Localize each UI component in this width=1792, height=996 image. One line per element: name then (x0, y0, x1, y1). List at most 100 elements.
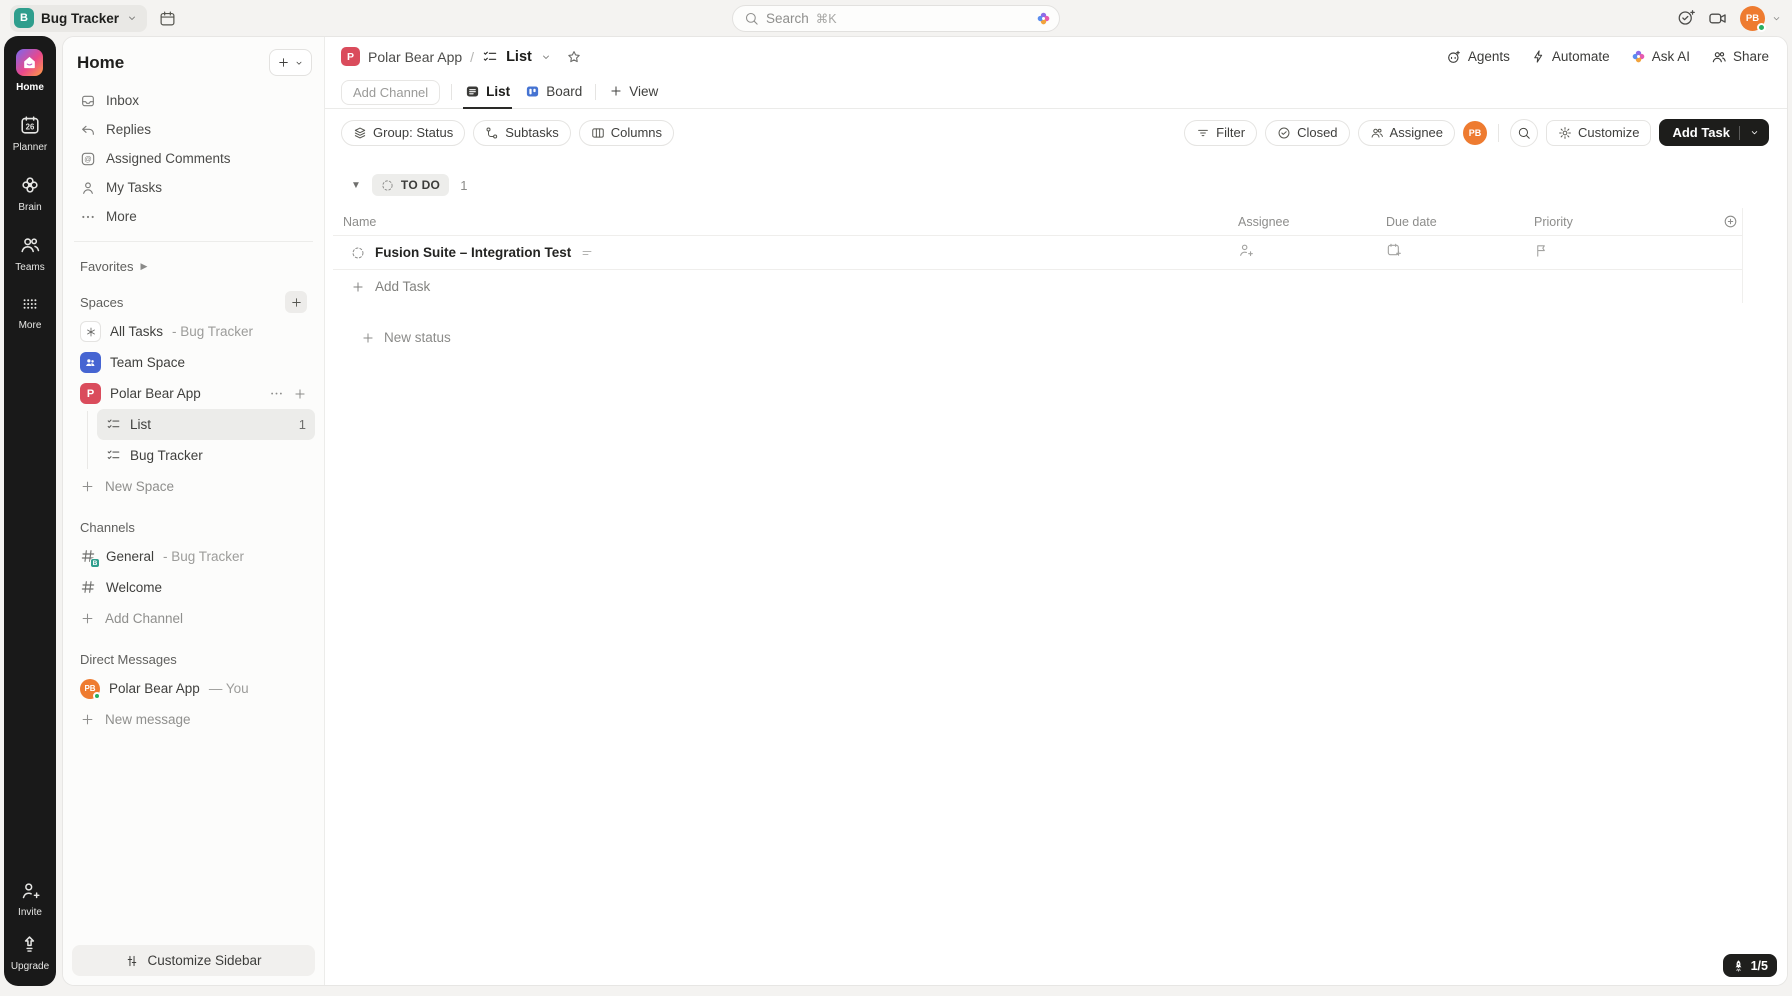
sidebar-create-button[interactable] (269, 49, 312, 76)
app-rail: Home 26 Planner Brain Teams More Inv (4, 36, 56, 986)
new-message-button[interactable]: New message (72, 704, 315, 734)
sidebar-item-inbox[interactable]: Inbox (72, 86, 315, 115)
tab-board[interactable]: Board (523, 76, 584, 109)
calendar-icon[interactable] (159, 10, 176, 27)
list-item-list[interactable]: List 1 (97, 409, 315, 440)
favorites-toggle[interactable]: Favorites ▶ (72, 252, 315, 280)
checklist-icon (106, 448, 121, 463)
add-space-button[interactable] (285, 291, 307, 313)
reply-icon (80, 122, 96, 138)
list-item-bug-tracker[interactable]: Bug Tracker (97, 440, 315, 471)
sliders-icon (125, 954, 139, 968)
customize-sidebar-button[interactable]: Customize Sidebar (72, 945, 315, 976)
brain-flower-icon (19, 174, 41, 196)
rail-item-more[interactable]: More (19, 294, 42, 331)
add-task-button[interactable]: Add Task (1659, 119, 1769, 146)
dm-item-self[interactable]: PB Polar Bear App — You (72, 673, 315, 704)
closed-button[interactable]: Closed (1265, 120, 1349, 146)
space-item-all-tasks[interactable]: All Tasks - Bug Tracker (72, 316, 315, 347)
workspace-switcher[interactable]: B Bug Tracker (10, 5, 147, 32)
channel-item-welcome[interactable]: Welcome (72, 572, 315, 603)
agents-button[interactable]: Agents (1446, 49, 1510, 65)
share-people-icon (1711, 49, 1727, 65)
space-add-icon[interactable] (293, 387, 307, 401)
sidebar-item-label: Replies (106, 122, 151, 137)
add-view-button[interactable]: View (607, 76, 660, 109)
ask-ai-button[interactable]: Ask AI (1631, 49, 1690, 64)
new-status-button[interactable]: New status (361, 330, 1787, 345)
list-label: Bug Tracker (130, 448, 203, 463)
columns-button[interactable]: Columns (579, 120, 674, 146)
sidebar-item-more[interactable]: More (72, 202, 315, 231)
search-input[interactable]: Search ⌘K (732, 5, 1060, 32)
subtasks-button[interactable]: Subtasks (473, 120, 570, 146)
planner-calendar-icon: 26 (19, 114, 41, 136)
assignee-avatar[interactable]: PB (1463, 121, 1487, 145)
share-button[interactable]: Share (1711, 49, 1769, 65)
space-item-polar-bear-app[interactable]: P Polar Bear App (72, 378, 315, 409)
task-status-icon[interactable] (351, 246, 365, 260)
task-description-icon[interactable] (581, 247, 593, 259)
columns-icon (591, 126, 605, 140)
sidebar-item-replies[interactable]: Replies (72, 115, 315, 144)
add-task-row[interactable]: Add Task (333, 270, 1742, 303)
task-table: Name Assignee Due date Priority Fusion S… (333, 208, 1743, 303)
rail-item-upgrade[interactable]: Upgrade (11, 934, 49, 972)
sidebar-item-assigned-comments[interactable]: @ Assigned Comments (72, 144, 315, 173)
ai-flower-icon[interactable] (1036, 11, 1051, 26)
table-row[interactable]: Fusion Suite – Integration Test (333, 236, 1742, 270)
space-item-team-space[interactable]: Team Space (72, 347, 315, 378)
all-tasks-asterisk-icon (80, 321, 101, 342)
add-channel-tab-button[interactable]: Add Channel (341, 80, 440, 105)
group-by-button[interactable]: Group: Status (341, 120, 465, 146)
chevron-down-icon[interactable] (540, 51, 552, 63)
new-space-button[interactable]: New Space (72, 471, 315, 501)
usage-count: 1/5 (1751, 959, 1768, 973)
rail-item-invite[interactable]: Invite (18, 880, 42, 918)
rail-label: Brain (18, 202, 41, 213)
rail-item-planner[interactable]: 26 Planner (13, 114, 47, 153)
search-tasks-button[interactable] (1510, 119, 1538, 147)
rail-item-home[interactable]: Home (16, 49, 44, 93)
chevron-down-icon[interactable] (1771, 13, 1782, 24)
status-pill[interactable]: TO DO (372, 174, 449, 196)
space-label: Team Space (110, 355, 185, 370)
automate-button[interactable]: Automate (1531, 49, 1610, 64)
at-comment-icon: @ (80, 151, 96, 167)
customize-button[interactable]: Customize (1546, 120, 1651, 146)
inbox-icon (80, 93, 96, 109)
add-due-date-icon[interactable] (1386, 242, 1402, 258)
filter-button[interactable]: Filter (1184, 120, 1257, 146)
plus-icon (80, 712, 95, 727)
rail-item-brain[interactable]: Brain (18, 174, 41, 213)
add-column-button[interactable] (1706, 214, 1742, 229)
breadcrumb-space-avatar[interactable]: P (341, 47, 360, 66)
breadcrumb-space[interactable]: Polar Bear App (368, 49, 462, 65)
set-priority-flag-icon[interactable] (1534, 243, 1549, 258)
breadcrumb-view[interactable]: List (506, 49, 532, 65)
favorite-star-icon[interactable] (566, 49, 582, 65)
search-placeholder: Search (766, 11, 809, 26)
grid-dots-icon (20, 294, 40, 314)
space-options-icon[interactable] (269, 386, 284, 401)
assignee-filter-button[interactable]: Assignee (1358, 120, 1455, 146)
channel-item-general[interactable]: B General - Bug Tracker (72, 541, 315, 572)
sidebar-item-my-tasks[interactable]: My Tasks (72, 173, 315, 202)
tab-list[interactable]: List (463, 76, 512, 109)
task-name[interactable]: Fusion Suite – Integration Test (375, 245, 571, 260)
dm-suffix: — You (209, 681, 249, 696)
channel-suffix: - Bug Tracker (163, 549, 244, 564)
rail-item-teams[interactable]: Teams (15, 234, 44, 273)
clip-record-icon[interactable] (1708, 9, 1727, 28)
online-status-dot (1757, 23, 1766, 32)
chevron-down-icon[interactable] (1749, 127, 1760, 138)
rocket-icon (1732, 959, 1745, 972)
user-avatar[interactable]: PB (1740, 6, 1765, 31)
quick-create-task-icon[interactable] (1677, 9, 1695, 27)
sidebar: Home Inbox Replies @ Assigned Comm (63, 37, 325, 985)
collapse-caret-icon[interactable]: ▼ (351, 180, 361, 191)
sidebar-item-label: Assigned Comments (106, 151, 231, 166)
add-assignee-icon[interactable] (1238, 242, 1254, 258)
usage-badge[interactable]: 1/5 (1723, 954, 1777, 977)
add-channel-button[interactable]: Add Channel (72, 603, 315, 633)
